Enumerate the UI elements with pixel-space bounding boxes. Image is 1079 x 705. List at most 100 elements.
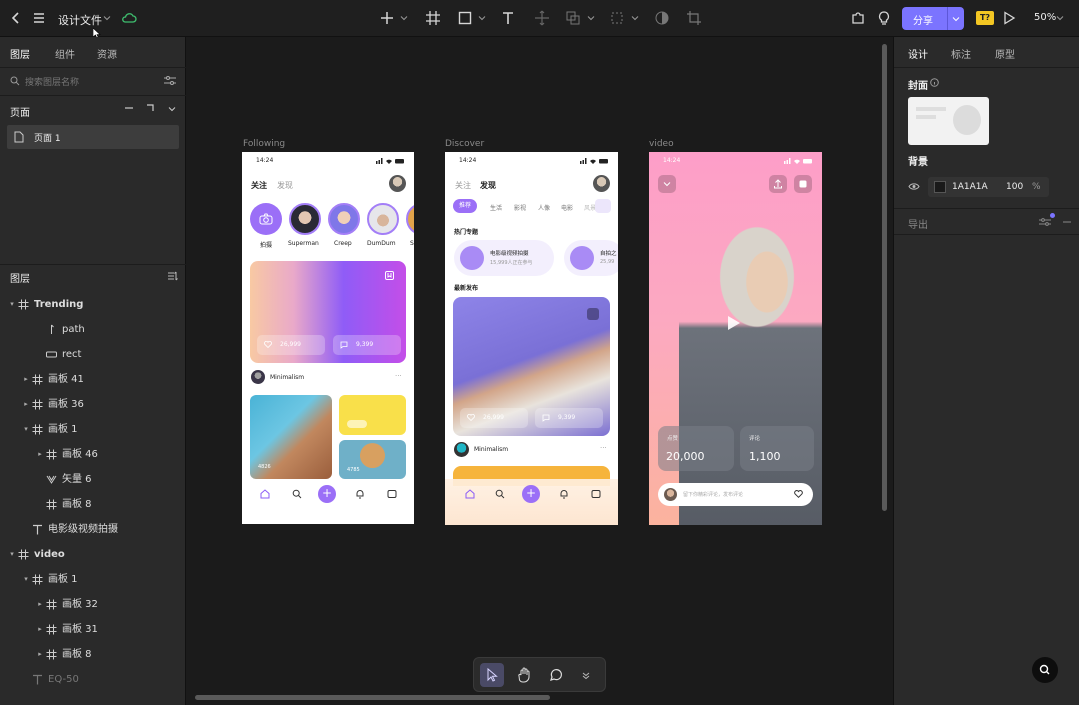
mask-icon[interactable] [654, 10, 670, 26]
add-page-icon[interactable] [146, 103, 156, 113]
eye-icon[interactable] [908, 182, 920, 191]
frame-video[interactable]: 14:24 点赞 20,000 评论 1,100 留下你精彩评论，发布评论 [649, 152, 822, 525]
horizontal-scrollbar[interactable] [195, 695, 550, 700]
tab-follow[interactable]: 关注 [455, 180, 471, 191]
grid-icon[interactable] [595, 199, 611, 213]
frame-following[interactable]: 14:24 关注 发现 拍摄 Superman Creep DumDum S 2… [242, 152, 414, 524]
background-color-field[interactable]: 1A1A1A 100 % [928, 177, 1049, 197]
color-hex[interactable]: 1A1A1A [952, 182, 988, 192]
tab-assets[interactable]: 资源 [97, 46, 117, 61]
layer-item[interactable]: ▸ 画板 32 [0, 592, 186, 617]
caret-down-icon[interactable]: ▾ [8, 292, 16, 317]
lightbulb-icon[interactable] [876, 10, 892, 26]
comments-pill[interactable]: 9,399 [535, 408, 603, 428]
zoom-chevron-icon[interactable] [1056, 14, 1064, 22]
file-name[interactable]: 设计文件 [58, 12, 102, 28]
topic-card[interactable]: 电影级视频拍摄 15,999人正在参与 [454, 240, 554, 276]
color-swatch[interactable] [934, 181, 946, 193]
layer-item[interactable]: 矢量 6 [0, 467, 186, 492]
design-canvas[interactable]: Following 14:24 关注 发现 拍摄 Superman Creep … [186, 37, 893, 705]
text-tool-icon[interactable] [500, 10, 516, 26]
frame-label-discover[interactable]: Discover [445, 139, 484, 149]
likes-pill[interactable]: 26,999 [257, 335, 325, 355]
tab-discover[interactable]: 发现 [277, 180, 293, 191]
play-icon[interactable] [1001, 10, 1017, 26]
comment-input[interactable]: 留下你精彩评论，发布评论 [658, 483, 813, 506]
likes-pill[interactable]: 26,999 [460, 408, 528, 428]
tab-annotate[interactable]: 标注 [951, 46, 971, 61]
search-icon[interactable] [495, 489, 505, 499]
profile-icon[interactable] [387, 489, 397, 499]
share-button[interactable]: 分享 [902, 7, 964, 30]
tab-follow[interactable]: 关注 [251, 180, 267, 191]
layer-item[interactable]: ▸ 画板 46 [0, 442, 186, 467]
play-icon[interactable] [727, 315, 741, 331]
layer-item[interactable]: EQ-50 [0, 667, 186, 692]
user-avatar[interactable] [454, 442, 469, 457]
export-settings-icon[interactable] [1039, 217, 1051, 227]
bell-icon[interactable] [559, 489, 569, 499]
tab-design[interactable]: 设计 [908, 46, 928, 61]
story-avatar[interactable] [406, 203, 414, 235]
layer-item[interactable]: ▾ 画板 1 [0, 567, 186, 592]
chip[interactable]: 生活 [490, 203, 502, 212]
info-icon[interactable] [930, 78, 939, 87]
layer-item[interactable]: ▸ 画板 8 [0, 642, 186, 667]
user-name[interactable]: Minimalism [270, 374, 304, 381]
chip-active[interactable]: 推荐 [453, 199, 477, 213]
share-chevron-icon[interactable] [952, 15, 960, 23]
avatar[interactable] [389, 175, 406, 192]
story-avatar[interactable] [367, 203, 399, 235]
page-item[interactable]: 页面 1 [7, 125, 179, 149]
thumb-image[interactable]: 4826 [250, 395, 332, 479]
story-avatar[interactable] [289, 203, 321, 235]
thumb-image[interactable] [339, 395, 406, 435]
search-input[interactable]: 搜索图层名称 [0, 68, 186, 94]
caret-right-icon[interactable]: ▸ [36, 617, 44, 642]
topic-card[interactable]: 自拍之 25,99 [564, 240, 618, 276]
caret-down-icon[interactable]: ▾ [22, 567, 30, 592]
chip[interactable]: 影视 [514, 203, 526, 212]
expand-chevron-icon[interactable] [574, 663, 598, 687]
chip[interactable]: 电影 [561, 203, 573, 212]
create-button[interactable]: + [522, 485, 540, 503]
frame-label-following[interactable]: Following [243, 139, 285, 149]
back-icon[interactable] [8, 10, 24, 26]
layer-item[interactable]: rect [0, 342, 186, 367]
avatar[interactable] [593, 175, 610, 192]
sort-icon[interactable] [167, 271, 179, 281]
zoom-level[interactable]: 50% [1034, 12, 1056, 23]
share-icon[interactable] [769, 175, 787, 193]
hand-tool-icon[interactable] [513, 663, 537, 687]
cover-thumbnail[interactable] [908, 97, 989, 145]
layer-item[interactable]: ▾ video [0, 542, 186, 567]
vertical-scrollbar[interactable] [882, 44, 887, 511]
layer-item[interactable]: ▸ 画板 31 [0, 617, 186, 642]
component-chevron-icon[interactable] [631, 14, 639, 22]
tab-components[interactable]: 组件 [55, 46, 75, 61]
select-tool-icon[interactable] [480, 663, 504, 687]
frame-discover[interactable]: 14:24 关注 发现 推荐 生活 影视 人像 电影 风景 热门专题 电影级视频… [445, 152, 618, 525]
caret-right-icon[interactable]: ▸ [36, 592, 44, 617]
thumb-image[interactable]: 4785 [339, 440, 406, 479]
remove-export-icon[interactable] [1062, 217, 1072, 227]
home-icon[interactable] [260, 489, 270, 499]
comments-pill[interactable]: 9,399 [333, 335, 401, 355]
caret-right-icon[interactable]: ▸ [22, 392, 30, 417]
story-avatar[interactable] [328, 203, 360, 235]
layer-item[interactable]: ▸ 画板 36 [0, 392, 186, 417]
tab-discover[interactable]: 发现 [480, 180, 496, 191]
collapse-icon[interactable] [658, 175, 676, 193]
menu-icon[interactable] [31, 10, 47, 26]
user-name[interactable]: Minimalism [474, 446, 508, 453]
home-icon[interactable] [465, 489, 475, 499]
tab-layers[interactable]: 图层 [10, 46, 30, 61]
bookmark-icon[interactable] [385, 271, 394, 280]
caret-right-icon[interactable]: ▸ [36, 442, 44, 467]
profile-icon[interactable] [591, 489, 601, 499]
frame-tool-icon[interactable] [425, 10, 441, 26]
add-chevron-icon[interactable] [400, 14, 408, 22]
boolean-icon[interactable] [565, 10, 581, 26]
layer-item[interactable]: path [0, 317, 186, 342]
caret-right-icon[interactable]: ▸ [22, 367, 30, 392]
